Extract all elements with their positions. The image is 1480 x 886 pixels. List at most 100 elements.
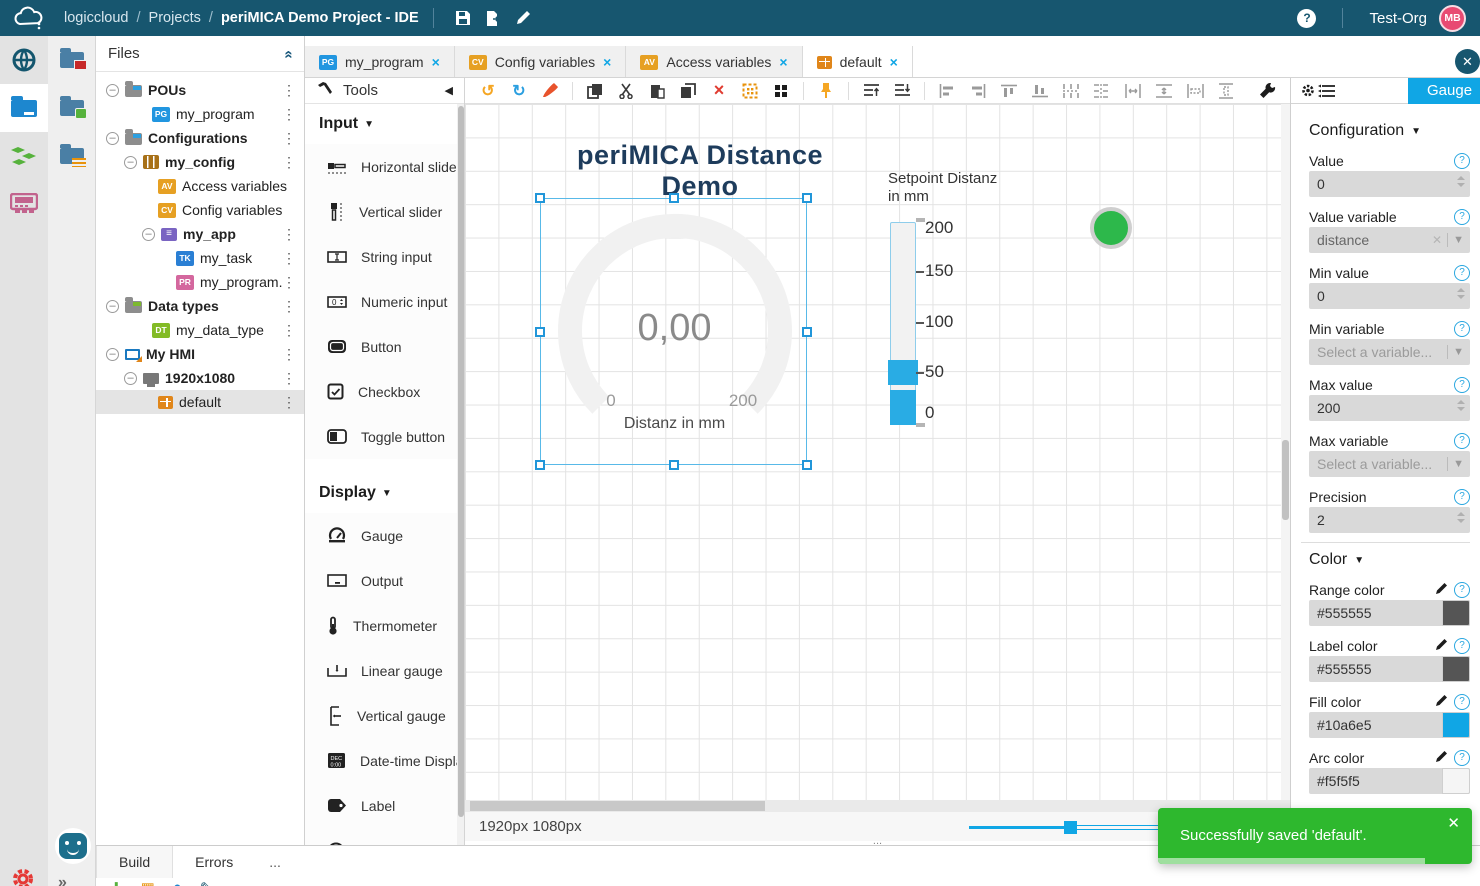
align-top-icon[interactable]: [1000, 82, 1018, 100]
kebab-menu-icon[interactable]: ⋮: [282, 106, 296, 123]
cut-icon[interactable]: [617, 82, 635, 100]
close-icon[interactable]: ×: [432, 54, 440, 70]
copy-icon[interactable]: [586, 82, 604, 100]
value-input[interactable]: 0: [1309, 171, 1470, 197]
tree-item-my-data-type[interactable]: DTmy_data_type⋮: [96, 318, 304, 342]
color-swatch[interactable]: [1442, 656, 1470, 682]
collapse-icon[interactable]: –: [124, 156, 137, 169]
variables-folder-icon[interactable]: [48, 132, 96, 180]
tool-vertical-gauge[interactable]: Vertical gauge: [305, 693, 465, 738]
close-icon[interactable]: ×: [603, 54, 611, 70]
tab-errors[interactable]: Errors: [173, 846, 255, 878]
indicator-widget[interactable]: [1090, 207, 1132, 249]
close-icon[interactable]: ×: [779, 54, 787, 70]
edit-pencil-icon[interactable]: [1435, 694, 1448, 710]
tool-vertical-slider[interactable]: Vertical slider: [305, 189, 465, 234]
close-screen-button[interactable]: ✕: [1455, 49, 1480, 74]
clear-icon[interactable]: ✕: [1432, 233, 1442, 247]
range-color-input[interactable]: #555555: [1309, 600, 1470, 626]
stepper-icon[interactable]: [1457, 288, 1465, 299]
collapse-icon[interactable]: –: [124, 372, 137, 385]
move-to-bottom-icon[interactable]: [893, 82, 911, 100]
help-icon[interactable]: ?: [1297, 9, 1316, 28]
collapse-icon[interactable]: –: [106, 132, 119, 145]
cloud-icon[interactable]: ●: [173, 879, 182, 886]
tool-toggle-button[interactable]: Toggle button: [305, 414, 465, 459]
undo-icon[interactable]: ↺: [479, 82, 497, 100]
arc-color-input[interactable]: #f5f5f5: [1309, 768, 1470, 794]
chevron-down-icon[interactable]: ▼: [1453, 234, 1464, 246]
color-swatch[interactable]: [1442, 600, 1470, 626]
group-icon[interactable]: [772, 82, 790, 100]
tree-item-data-types[interactable]: –Data types⋮: [96, 294, 304, 318]
stepper-icon[interactable]: [1457, 400, 1465, 411]
help-icon[interactable]: ?: [1454, 582, 1470, 598]
resize-handle-sw[interactable]: [535, 460, 545, 470]
help-icon[interactable]: ?: [1454, 433, 1470, 449]
max-variable-select[interactable]: Select a variable... ▼: [1309, 451, 1470, 477]
tree-item-my-task[interactable]: TKmy_task⋮: [96, 246, 304, 270]
help-icon[interactable]: ?: [1454, 489, 1470, 505]
pin-icon[interactable]: [817, 82, 835, 100]
kebab-menu-icon[interactable]: ⋮: [282, 322, 296, 339]
tool-checkbox[interactable]: Checkbox: [305, 369, 465, 414]
kebab-menu-icon[interactable]: ⋮: [282, 298, 296, 315]
section-color[interactable]: Color▼: [1309, 551, 1470, 569]
gauge-widget-selection[interactable]: 0,00 0 200 Distanz in mm: [540, 198, 807, 465]
tool-output[interactable]: Output: [305, 558, 465, 603]
fill-color-input[interactable]: #10a6e5: [1309, 712, 1470, 738]
tree-item-my-app[interactable]: –≡my_app⋮: [96, 222, 304, 246]
move-to-top-icon[interactable]: [862, 82, 880, 100]
align-left-icon[interactable]: [938, 82, 956, 100]
files-folder-icon[interactable]: [0, 84, 48, 132]
align-bottom-icon[interactable]: [1031, 82, 1049, 100]
design-canvas[interactable]: periMICA Distance Demo 0,00 0 200 Distan…: [465, 104, 1281, 800]
tree-item-my-config[interactable]: –my_config⋮: [96, 150, 304, 174]
globe-icon[interactable]: [0, 36, 48, 84]
expand-panel-icon[interactable]: »: [58, 874, 67, 886]
min-value-input[interactable]: 0: [1309, 283, 1470, 309]
resize-handle-se[interactable]: [802, 460, 812, 470]
resize-handle-nw[interactable]: [535, 193, 545, 203]
tool-gauge[interactable]: Gauge: [305, 513, 465, 558]
help-icon[interactable]: ?: [1454, 153, 1470, 169]
breadcrumb-projects[interactable]: Projects: [149, 10, 201, 26]
tree-item-my-program[interactable]: PGmy_program⋮: [96, 102, 304, 126]
resize-handle-e[interactable]: [802, 327, 812, 337]
collapse-icon[interactable]: –: [106, 300, 119, 313]
tab-config-variables[interactable]: CVConfig variables×: [455, 46, 627, 78]
settings-gear-icon[interactable]: [10, 866, 36, 886]
scrollbar-thumb[interactable]: [1282, 440, 1289, 520]
kebab-menu-icon[interactable]: ⋮: [282, 274, 296, 291]
tree-item-default[interactable]: default⋮: [96, 390, 304, 414]
edit-icon[interactable]: ✎: [200, 879, 213, 886]
precision-input[interactable]: 2: [1309, 507, 1470, 533]
help-icon[interactable]: ?: [1454, 377, 1470, 393]
library-layers-icon[interactable]: [0, 132, 48, 180]
help-icon[interactable]: ?: [1454, 209, 1470, 225]
tree-item-1920x1080[interactable]: –1920x1080⋮: [96, 366, 304, 390]
tree-item-config-variables[interactable]: CVConfig variables: [96, 198, 304, 222]
color-swatch[interactable]: [1442, 768, 1470, 794]
tool-linear-gauge[interactable]: Linear gauge: [305, 648, 465, 693]
tree-item-my-hmi[interactable]: –My HMI⋮: [96, 342, 304, 366]
select-all-icon[interactable]: [741, 82, 759, 100]
tool-horizontal-slider[interactable]: Horizontal slider: [305, 144, 465, 189]
section-configuration[interactable]: Configuration▼: [1309, 122, 1470, 140]
max-value-input[interactable]: 200: [1309, 395, 1470, 421]
logiccloud-logo-icon[interactable]: [12, 6, 46, 30]
package-icon[interactable]: ▦: [141, 879, 155, 886]
tool-string-input[interactable]: String input: [305, 234, 465, 279]
stretch-vertical-icon[interactable]: [1217, 82, 1235, 100]
export-icon[interactable]: [478, 6, 508, 30]
plus-icon[interactable]: ✚: [110, 879, 123, 886]
section-display[interactable]: Display▼: [305, 473, 465, 513]
edit-pencil-icon[interactable]: [1435, 750, 1448, 766]
center-vertical-icon[interactable]: [1155, 82, 1173, 100]
tree-item-access-variables[interactable]: AVAccess variables: [96, 174, 304, 198]
settings-wrench-icon[interactable]: [1258, 82, 1276, 100]
widget-settings-icon[interactable]: [1301, 83, 1335, 98]
tool-numeric-input[interactable]: 0Numeric input: [305, 279, 465, 324]
tool-label[interactable]: Label: [305, 783, 465, 828]
collapse-all-icon[interactable]: «: [280, 50, 297, 56]
